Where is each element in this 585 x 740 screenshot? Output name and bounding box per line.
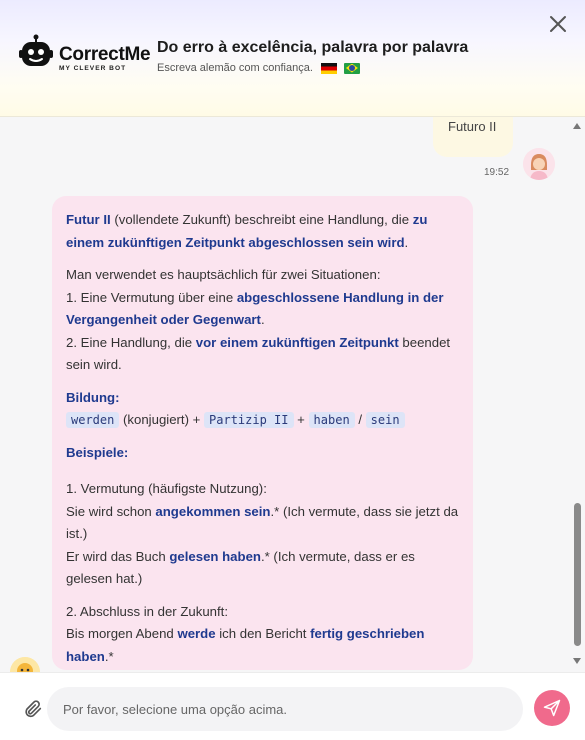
example2-text-a: Bis morgen Abend — [66, 626, 178, 641]
robot-logo-icon — [19, 34, 53, 66]
example2-highlight-werde: werde — [177, 626, 216, 641]
flag-germany-icon — [320, 62, 337, 74]
example1a-highlight: angekommen sein — [155, 503, 271, 519]
definition-end: . — [404, 234, 409, 250]
message-input[interactable] — [47, 687, 523, 731]
scroll-down-arrow-icon[interactable] — [573, 658, 581, 664]
send-button[interactable] — [534, 690, 570, 726]
attach-paperclip-icon[interactable] — [22, 698, 44, 720]
usage-item2-text: 2. Eine Handlung, die — [66, 334, 196, 350]
bot-paragraph-bildung: Bildung: werden (konjugiert) + Partizip … — [66, 387, 459, 432]
send-icon — [543, 699, 561, 717]
bot-paragraph-example2: 2. Abschluss in der Zukunft: Bis morgen … — [66, 601, 459, 669]
scroll-up-arrow-icon[interactable] — [573, 123, 581, 129]
close-icon[interactable] — [548, 14, 568, 34]
example2-text-b: ich den Bericht — [215, 626, 311, 641]
user-avatar-icon — [523, 148, 555, 180]
example1b-text: Er wird das Buch — [66, 548, 170, 564]
subtitle-text: Escreva alemão com confiança. — [157, 62, 313, 74]
bildung-text2: + — [293, 412, 309, 427]
bildung-heading: Bildung: — [66, 389, 120, 405]
bildung-slash: / — [354, 412, 366, 427]
bildung-text1: (konjugiert) + — [119, 412, 205, 427]
logo: CorrectMe MY CLEVER BOT — [18, 34, 151, 74]
usage-intro: Man verwendet es hauptsächlich für zwei … — [66, 267, 381, 282]
code-partizip: Partizip II — [204, 412, 294, 428]
logo-tagline: MY CLEVER BOT — [59, 65, 127, 72]
code-werden: werden — [66, 412, 120, 428]
bot-paragraph-beispiele-heading: Beispiele: — [66, 442, 459, 465]
code-haben: haben — [308, 412, 355, 428]
term-futur-ii: Futur II — [66, 212, 111, 227]
bot-avatar — [10, 657, 40, 672]
input-bar — [0, 672, 585, 740]
user-message-time: 19:52 — [484, 167, 510, 178]
example1b-highlight: gelesen haben — [169, 548, 261, 564]
bot-paragraph-usage: Man verwendet es hauptsächlich für zwei … — [66, 264, 459, 377]
flag-brazil-icon — [343, 62, 360, 74]
user-avatar — [523, 148, 555, 180]
usage-item1-end: . — [260, 312, 265, 327]
header-subtitle: Escreva alemão com confiança. — [157, 62, 360, 74]
bot-message-bubble: Futur II (vollendete Zukunft) beschreibt… — [52, 196, 473, 670]
usage-item2-highlight: vor einem zukünftigen Zeitpunkt — [195, 334, 399, 350]
example2-title: 2. Abschluss in der Zukunft: — [66, 603, 228, 619]
header-title: Do erro à excelência, palavra por palavr… — [157, 39, 469, 56]
usage-item1-text: 1. Eine Vermutung über eine — [66, 289, 237, 305]
scrollbar-thumb[interactable] — [574, 503, 581, 646]
logo-name: CorrectMe — [59, 44, 151, 65]
example2-end: .* — [104, 648, 114, 664]
bot-paragraph-example1: 1. Vermutung (häufigste Nutzung): Sie wi… — [66, 478, 459, 591]
bot-avatar-icon — [10, 657, 40, 672]
example1-title: 1. Vermutung (häufigste Nutzung): — [66, 481, 267, 496]
example1a-text: Sie wird schon — [66, 503, 156, 519]
bot-paragraph-definition: Futur II (vollendete Zukunft) beschreibt… — [66, 209, 459, 254]
beispiele-heading: Beispiele: — [66, 444, 129, 460]
chat-header: CorrectMe MY CLEVER BOT Do erro à excelê… — [0, 0, 585, 117]
chat-messages[interactable]: Futuro II 19:52 Futur II (vollendete Zuk… — [0, 117, 585, 672]
definition-text: (vollendete Zukunft) beschreibt eine Han… — [110, 212, 413, 227]
code-sein: sein — [365, 412, 405, 428]
user-message-text: Futuro II — [448, 119, 497, 134]
